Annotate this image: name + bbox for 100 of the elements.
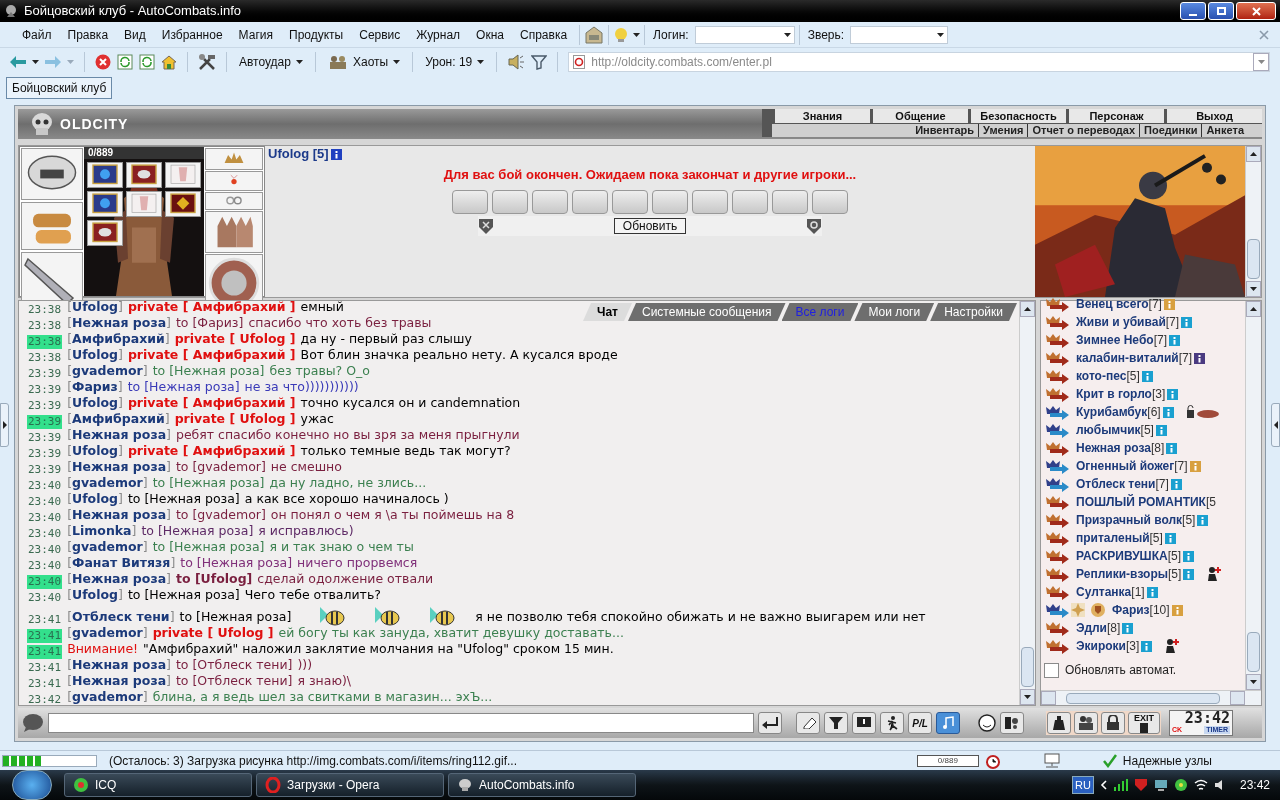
scroll-down-icon[interactable]: [1250, 680, 1257, 684]
page-tab[interactable]: Бойцовский клуб: [6, 77, 113, 99]
scroll-up-icon[interactable]: [1250, 307, 1257, 311]
back-icon[interactable]: [10, 55, 26, 68]
sender-name[interactable]: [Нежная роза]: [67, 570, 171, 589]
menu-item[interactable]: Правка: [59, 25, 117, 44]
subnav-link[interactable]: Инвентарь: [911, 124, 979, 137]
sender-name[interactable]: [gvademor]: [67, 538, 148, 557]
lock-icon[interactable]: [1101, 712, 1125, 734]
login-field[interactable]: [694, 25, 795, 44]
sender-name[interactable]: [Нежная роза]: [67, 314, 171, 333]
music-note-icon[interactable]: [936, 712, 960, 734]
user-name[interactable]: Венец всего: [1076, 295, 1149, 313]
refresh-button[interactable]: Обновить: [613, 217, 687, 234]
autohit-dropdown[interactable]: Автоудар: [237, 52, 305, 71]
sender-name[interactable]: [Амфибрахий]: [67, 330, 170, 349]
user-name[interactable]: кото-пес: [1076, 367, 1127, 385]
reload-icon[interactable]: [117, 53, 133, 70]
scroll-slot[interactable]: [692, 189, 728, 214]
sender-name[interactable]: [gvademor]: [67, 624, 148, 643]
user-name[interactable]: Курибамбук: [1076, 403, 1148, 421]
chaos-dropdown[interactable]: Хаоты: [325, 52, 403, 71]
user-name[interactable]: калабин-виталий: [1076, 349, 1179, 367]
menu-item[interactable]: Продукты: [281, 25, 352, 44]
scrollbar[interactable]: [1245, 146, 1261, 297]
chat-input[interactable]: [48, 713, 754, 733]
sender-name[interactable]: [Ufolog]: [67, 490, 123, 509]
player-name[interactable]: Ufolog [5]: [268, 144, 329, 164]
menu-item[interactable]: Сервис: [351, 25, 409, 44]
stop-icon[interactable]: [95, 53, 111, 70]
menu-item[interactable]: Вид: [116, 25, 154, 44]
reload-icon[interactable]: [139, 53, 155, 70]
home-icon[interactable]: [161, 53, 177, 70]
sender-name[interactable]: [Нежная роза]: [67, 458, 171, 477]
taskbar-button[interactable]: Загрузки - Opera: [256, 773, 444, 797]
address-field[interactable]: http://oldcity.combats.com/enter.pl: [568, 51, 1270, 72]
subnav-link[interactable]: Умения: [978, 124, 1028, 137]
user-name[interactable]: Нежная роза: [1076, 439, 1151, 457]
chat-tab[interactable]: Настройки: [930, 303, 1017, 321]
scrollbar[interactable]: [1041, 690, 1261, 705]
user-name[interactable]: Отблеск тени: [1076, 475, 1156, 493]
scroll-slot[interactable]: [452, 189, 488, 214]
scroll-up-icon[interactable]: [1024, 307, 1031, 311]
enter-icon[interactable]: [758, 712, 782, 734]
minimize-button[interactable]: [1180, 2, 1206, 20]
scroll-slot[interactable]: [732, 189, 768, 214]
user-name[interactable]: Зимнее Небо: [1076, 331, 1154, 349]
chat-tab[interactable]: Системные сообщения: [628, 303, 786, 321]
sender-name[interactable]: [Ufolog]: [67, 586, 123, 605]
running-man-icon[interactable]: [880, 712, 904, 734]
start-button[interactable]: [12, 770, 52, 800]
sender-name[interactable]: [Фариз]: [67, 378, 123, 397]
filter-icon[interactable]: [531, 53, 548, 70]
user-name[interactable]: Крит в горло: [1076, 385, 1152, 403]
user-name[interactable]: Призрачный волк: [1076, 511, 1183, 529]
private-log-button[interactable]: P/L: [908, 712, 932, 734]
maximize-button[interactable]: [1208, 2, 1234, 20]
subnav-link[interactable]: Отчет о переводах: [1027, 124, 1139, 137]
scrollbar[interactable]: [1245, 301, 1261, 690]
chevron-icon[interactable]: [1099, 780, 1108, 790]
scroll-thumb[interactable]: [1247, 239, 1260, 279]
chat-tab[interactable]: Чат: [583, 303, 632, 321]
tools-icon[interactable]: [198, 52, 216, 71]
subnav-link[interactable]: Анкета: [1201, 124, 1248, 137]
menu-item[interactable]: Файл: [14, 25, 60, 44]
checkbox[interactable]: [1044, 662, 1059, 678]
sender-name[interactable]: [gvademor]: [67, 688, 148, 705]
sender-name[interactable]: [gvademor]: [67, 362, 148, 381]
eraser-icon[interactable]: [796, 712, 820, 734]
scroll-slot[interactable]: [652, 189, 688, 214]
sender-name[interactable]: [Нежная роза]: [67, 426, 171, 445]
menu-item[interactable]: Журнал: [408, 25, 469, 44]
menu-item[interactable]: Избранное: [153, 25, 231, 44]
exit-button[interactable]: EXIT: [1128, 712, 1160, 734]
speaker-icon[interactable]: [507, 52, 526, 71]
scrollbar[interactable]: [1019, 301, 1035, 705]
user-name[interactable]: Экироки: [1076, 637, 1126, 655]
chat-tab[interactable]: Мои логи: [854, 303, 935, 321]
sender-name[interactable]: [Отблеск тени]: [67, 608, 175, 627]
sender-name[interactable]: [Limonka]: [67, 522, 137, 541]
scroll-slot[interactable]: [772, 189, 808, 214]
sender-name[interactable]: [Ufolog]: [67, 346, 123, 365]
pet-field[interactable]: [850, 25, 949, 44]
user-name[interactable]: Султанка: [1076, 583, 1132, 601]
scroll-slot[interactable]: [612, 189, 648, 214]
menu-item[interactable]: Окна: [468, 25, 512, 44]
scroll-slot[interactable]: [492, 189, 528, 214]
monitor-icon[interactable]: [852, 712, 876, 734]
scroll-down-icon[interactable]: [1024, 695, 1031, 699]
scroll-down-icon[interactable]: [1250, 287, 1257, 291]
subnav-link[interactable]: Поединки: [1139, 124, 1202, 137]
user-name[interactable]: Огненный йожег: [1076, 457, 1175, 475]
filter-icon[interactable]: [824, 712, 848, 734]
smiley-icon[interactable]: [978, 714, 996, 732]
scroll-slot[interactable]: [812, 189, 848, 214]
user-name[interactable]: Фариз: [1112, 601, 1150, 619]
damage-dropdown[interactable]: Урон: 19: [423, 52, 487, 71]
language-indicator[interactable]: RU: [1072, 775, 1094, 795]
sender-name[interactable]: [Ufolog]: [67, 442, 123, 461]
scroll-slot[interactable]: [572, 189, 608, 214]
